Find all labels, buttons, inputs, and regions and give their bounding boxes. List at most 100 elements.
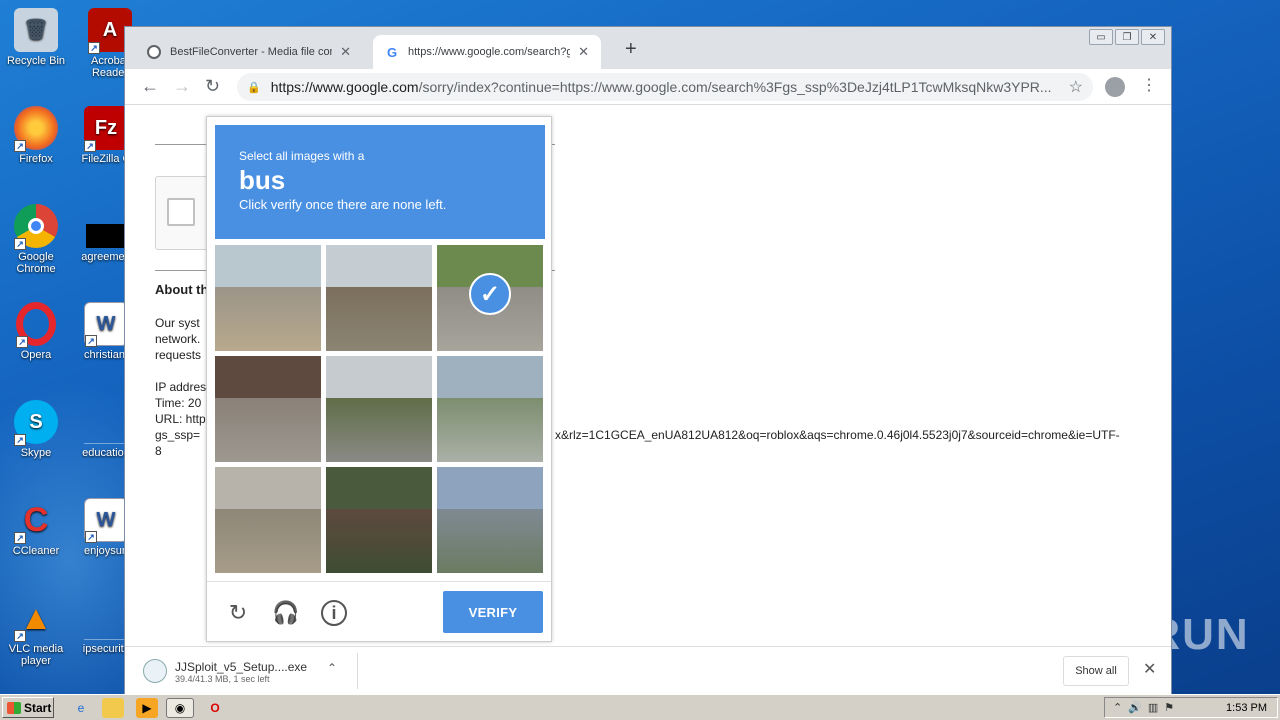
recaptcha-checkbox[interactable] xyxy=(167,198,195,226)
media-player-icon[interactable]: ▶ xyxy=(136,698,158,718)
target-object: bus xyxy=(239,165,286,195)
file-icon xyxy=(84,400,128,444)
desktop-icon-label: Skype xyxy=(20,447,52,459)
forward-arrow-icon[interactable]: → xyxy=(173,76,191,97)
word-document-icon: W ↗ xyxy=(84,498,128,543)
download-filename[interactable]: JJSploit_v5_Setup....exe xyxy=(175,660,307,674)
ssp-line: gs_ssp= xyxy=(155,428,201,442)
taskbar: Start e ▶ ◉ O ⌃🔊▥⚑ 1:53 PM xyxy=(0,694,1280,720)
reload-icon[interactable]: ↻ xyxy=(205,76,220,97)
desktop-icon-label: Recycle Bin xyxy=(6,55,66,67)
word-document-icon: W ↗ xyxy=(84,302,128,347)
recaptcha-challenge: Select all images with a bus Click verif… xyxy=(206,116,552,642)
instruction-text: Select all images with a xyxy=(239,149,365,163)
show-all-button[interactable]: Show all xyxy=(1063,656,1129,686)
browser-toolbar: ← → ↻ 🔒 https://www.google.com /sorry/in… xyxy=(125,69,1171,105)
chrome-icon: ↗ xyxy=(14,204,58,250)
ccleaner-icon: C ↗ xyxy=(14,498,58,544)
reload-challenge-icon[interactable]: ↻ xyxy=(225,600,251,626)
vlc-cone-icon: ▲ ↗ xyxy=(14,596,58,642)
ssp-tail: x&rlz=1C1GCEA_enUA812UA812&oq=roblox&aqs… xyxy=(555,428,1120,442)
internet-explorer-icon[interactable]: e xyxy=(70,698,92,718)
time-line: Time: 20 xyxy=(155,396,202,410)
firefox-icon: ↗ xyxy=(14,106,58,152)
desktop-icon-label: Opera xyxy=(20,349,52,361)
tab-google-search[interactable]: G https://www.google.com/search?gs_ ✕ xyxy=(373,35,601,69)
url-line: URL: http xyxy=(155,412,206,426)
download-status: 39.4/41.3 MB, 1 sec left xyxy=(175,674,270,684)
opera-icon: ↗ xyxy=(16,302,56,348)
info-icon[interactable]: i xyxy=(321,600,347,626)
tab-title: https://www.google.com/search?gs_ xyxy=(408,46,571,58)
windows-logo-icon xyxy=(7,701,21,714)
minimize-button[interactable]: ▭ xyxy=(1089,29,1113,45)
challenge-footer: ↻ 🎧 i VERIFY xyxy=(207,581,551,643)
bookmark-star-icon[interactable]: ☆ xyxy=(1069,77,1083,97)
desktop-icon-firefox[interactable]: ↗ Firefox xyxy=(0,106,72,165)
chevron-up-icon[interactable]: ⌃ xyxy=(327,661,337,675)
checkmark-icon: ✓ xyxy=(469,273,511,315)
image-tile[interactable] xyxy=(215,467,321,573)
image-tile[interactable] xyxy=(215,356,321,462)
skype-icon: S ↗ xyxy=(14,400,58,446)
window-controls: ▭ ❐ ✕ xyxy=(1089,29,1165,45)
desktop-icon-chrome[interactable]: ↗ Google Chrome xyxy=(0,204,72,275)
profile-avatar-icon[interactable] xyxy=(1105,77,1125,97)
ssp-last-line: 8 xyxy=(155,444,162,458)
tab-bestfileconverter[interactable]: BestFileConverter - Media file conver ✕ xyxy=(135,35,363,69)
lock-icon: 🔒 xyxy=(247,81,261,94)
image-tile[interactable] xyxy=(437,356,543,462)
file-icon xyxy=(84,596,128,640)
address-bar[interactable]: 🔒 https://www.google.com /sorry/index?co… xyxy=(237,73,1093,101)
restore-button[interactable]: ❐ xyxy=(1115,29,1139,45)
back-arrow-icon[interactable]: ← xyxy=(141,76,159,97)
image-tile[interactable] xyxy=(326,356,432,462)
chrome-taskbar-icon[interactable]: ◉ xyxy=(166,698,194,718)
filezilla-icon: Fz ↗ xyxy=(84,106,128,152)
verify-button[interactable]: VERIFY xyxy=(443,591,543,633)
google-icon: G xyxy=(386,44,398,60)
image-tile[interactable] xyxy=(326,245,432,351)
url-host: https://www.google.com xyxy=(270,79,419,95)
image-tile[interactable] xyxy=(326,467,432,573)
challenge-header: Select all images with a bus Click verif… xyxy=(215,125,545,239)
tray-icons[interactable]: ⌃🔊▥⚑ xyxy=(1113,701,1180,714)
about-heading: About th xyxy=(155,282,209,297)
image-tile[interactable] xyxy=(437,467,543,573)
desktop-icon-vlc[interactable]: ▲ ↗ VLC media player xyxy=(0,596,72,667)
clock[interactable]: 1:53 PM xyxy=(1226,702,1267,714)
para-line: network. xyxy=(155,332,201,346)
desktop-icon-skype[interactable]: S ↗ Skype xyxy=(0,400,72,459)
close-icon[interactable]: ✕ xyxy=(1143,659,1156,679)
globe-icon xyxy=(147,45,161,59)
recycle-bin-icon: 🗑 xyxy=(14,8,58,52)
image-tile-selected[interactable]: ✓ xyxy=(437,245,543,351)
desktop-icon-label: VLC media player xyxy=(8,643,64,667)
tab-title: BestFileConverter - Media file conver xyxy=(170,46,332,58)
image-tile[interactable] xyxy=(215,245,321,351)
tab-strip: BestFileConverter - Media file conver ✕ … xyxy=(125,27,1171,69)
download-shelf: JJSploit_v5_Setup....exe 39.4/41.3 MB, 1… xyxy=(125,646,1171,694)
folder-icon[interactable] xyxy=(102,698,124,718)
document-icon xyxy=(86,224,126,248)
close-window-button[interactable]: ✕ xyxy=(1141,29,1165,45)
url-path: /sorry/index?continue=https://www.google… xyxy=(418,79,1052,95)
desktop-icon-recycle-bin[interactable]: 🗑 Recycle Bin xyxy=(0,8,72,67)
para-line: Our syst xyxy=(155,316,200,330)
ip-line: IP addres xyxy=(155,380,207,394)
headphones-audio-icon[interactable]: 🎧 xyxy=(272,600,299,626)
more-menu-icon[interactable]: ⋮ xyxy=(1141,75,1157,95)
instruction-subtext: Click verify once there are none left. xyxy=(239,197,447,212)
new-tab-button[interactable]: + xyxy=(625,38,637,61)
desktop-icon-ccleaner[interactable]: C ↗ CCleaner xyxy=(0,498,72,557)
start-label: Start xyxy=(24,700,52,715)
image-grid: ✓ xyxy=(215,245,545,575)
divider xyxy=(357,653,358,689)
tab-close-icon[interactable]: ✕ xyxy=(578,44,589,60)
desktop-icon-label: Firefox xyxy=(19,153,53,165)
desktop-icon-opera[interactable]: ↗ Opera xyxy=(0,302,72,361)
opera-taskbar-icon[interactable]: O xyxy=(204,698,226,718)
desktop-icon-label: CCleaner xyxy=(12,545,60,557)
tab-close-icon[interactable]: ✕ xyxy=(340,44,351,60)
start-button[interactable]: Start xyxy=(2,697,54,718)
